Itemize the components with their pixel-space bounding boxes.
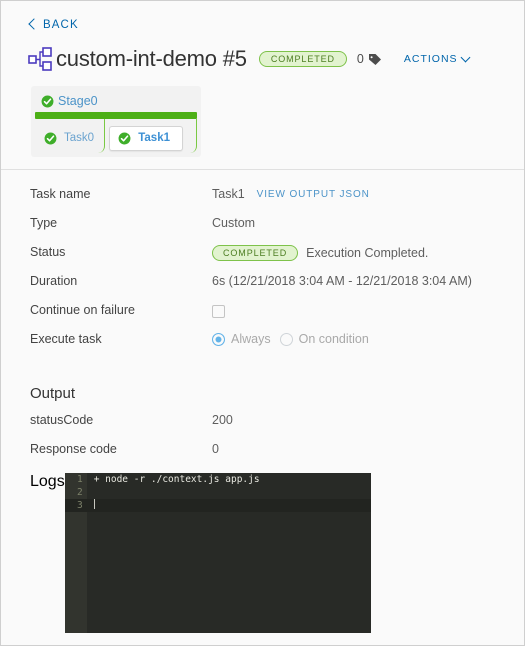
- check-circle-icon: [44, 132, 57, 144]
- check-circle-icon: [118, 132, 131, 144]
- title-row: custom-int-demo #5 COMPLETED 0 ACTIONS: [27, 46, 524, 72]
- view-output-json-link[interactable]: VIEW OUTPUT JSON: [257, 189, 370, 200]
- detail-label: Response code: [30, 442, 117, 456]
- page-title: custom-int-demo #5: [56, 46, 247, 71]
- page-header: BACK custom-int-demo #5 COMPLETED 0 ACTI…: [1, 1, 524, 170]
- task-connector: [190, 119, 197, 153]
- log-line-text: + node -r ./context.js app.js: [93, 474, 260, 485]
- execute-option-on-condition[interactable]: On condition: [279, 332, 369, 346]
- detail-row-task-name: Task name Task1 VIEW OUTPUT JSON: [1, 186, 524, 215]
- detail-label: Logs: [30, 473, 65, 490]
- detail-value: 200: [212, 413, 233, 427]
- task-item-task1[interactable]: Task1: [109, 125, 183, 151]
- status-badge: COMPLETED: [258, 51, 347, 67]
- task-label: Task0: [64, 132, 95, 144]
- detail-value: Task1 VIEW OUTPUT JSON: [212, 186, 370, 201]
- detail-value: 0: [212, 442, 219, 456]
- tag-icon: [368, 53, 381, 65]
- detail-label: Duration: [30, 274, 78, 288]
- detail-row-logs: Logs 1 + node -r ./context.js app.js 2 3: [1, 473, 524, 633]
- task-connector-end-cell: [183, 119, 197, 157]
- task-detail-page: BACK custom-int-demo #5 COMPLETED 0 ACTI…: [0, 0, 525, 646]
- stage-name: Stage0: [58, 94, 98, 108]
- chevron-down-icon: [460, 52, 470, 63]
- log-line: 1 + node -r ./context.js app.js: [64, 473, 371, 486]
- task-item-task0[interactable]: Task0: [35, 119, 106, 157]
- check-circle-icon: [41, 95, 54, 107]
- continue-on-failure-checkbox[interactable]: [212, 305, 225, 318]
- radio-icon: [279, 332, 293, 346]
- detail-label: Task name: [30, 187, 91, 201]
- text-cursor: [93, 499, 95, 509]
- detail-label: Type: [30, 216, 58, 230]
- log-console[interactable]: 1 + node -r ./context.js app.js 2 3: [64, 473, 371, 633]
- execute-task-radio-group: Always On condition: [212, 332, 369, 346]
- radio-label: Always: [231, 332, 271, 346]
- actions-menu-button[interactable]: ACTIONS: [403, 52, 470, 65]
- detail-row-status-code: statusCode 200: [1, 412, 524, 441]
- line-number: 3: [64, 499, 87, 512]
- pipeline-icon: [28, 47, 52, 71]
- line-number: 1: [64, 473, 87, 486]
- detail-value: 6s (12/21/2018 3:04 AM - 12/21/2018 3:04…: [212, 274, 472, 288]
- task-label: Task1: [138, 132, 170, 144]
- status-note: Execution Completed.: [306, 246, 429, 260]
- detail-label: Continue on failure: [30, 303, 135, 317]
- detail-row-status: Status COMPLETED Execution Completed.: [1, 244, 524, 273]
- tag-count: 0: [356, 52, 364, 66]
- task-detail-panel: Task name Task1 VIEW OUTPUT JSON Type Cu…: [1, 170, 524, 645]
- stage-graph: Stage0 Task0 Task1: [31, 86, 524, 157]
- detail-label: Status: [30, 245, 66, 259]
- radio-label: On condition: [298, 332, 369, 346]
- detail-value: Custom: [212, 216, 256, 230]
- log-line-text: [87, 486, 94, 499]
- detail-row-continue-on-failure: Continue on failure: [1, 302, 524, 331]
- status-badge: COMPLETED: [212, 245, 299, 261]
- log-line-active: 3: [64, 499, 371, 512]
- detail-value: [212, 302, 225, 318]
- stage-progress-bar: [35, 112, 197, 119]
- execute-option-always[interactable]: Always: [212, 332, 271, 346]
- stage-card[interactable]: Stage0 Task0 Task1: [31, 86, 201, 157]
- task-name-value: Task1: [212, 187, 245, 201]
- back-label: BACK: [43, 18, 79, 31]
- radio-icon-selected: [212, 332, 225, 346]
- stage-header: Stage0: [31, 92, 201, 112]
- actions-label: ACTIONS: [403, 53, 458, 65]
- detail-label: Execute task: [30, 332, 102, 346]
- detail-row-response-code: Response code 0: [1, 441, 524, 470]
- detail-row-type: Type Custom: [1, 215, 524, 244]
- task-list: Task0 Task1: [31, 119, 201, 157]
- log-line: 2: [64, 486, 371, 499]
- detail-row-execute-task: Execute task Always On condition: [1, 331, 524, 360]
- log-line-text: [87, 499, 95, 512]
- detail-row-duration: Duration 6s (12/21/2018 3:04 AM - 12/21/…: [1, 273, 524, 302]
- chevron-left-icon: [28, 18, 40, 30]
- detail-label: statusCode: [30, 413, 94, 427]
- detail-value: Always On condition: [212, 331, 369, 346]
- output-section-title: Output: [30, 385, 76, 402]
- line-number: 2: [64, 486, 87, 499]
- detail-value: COMPLETED Execution Completed.: [212, 244, 428, 261]
- back-link[interactable]: BACK: [28, 18, 79, 31]
- task-connector: [98, 119, 106, 153]
